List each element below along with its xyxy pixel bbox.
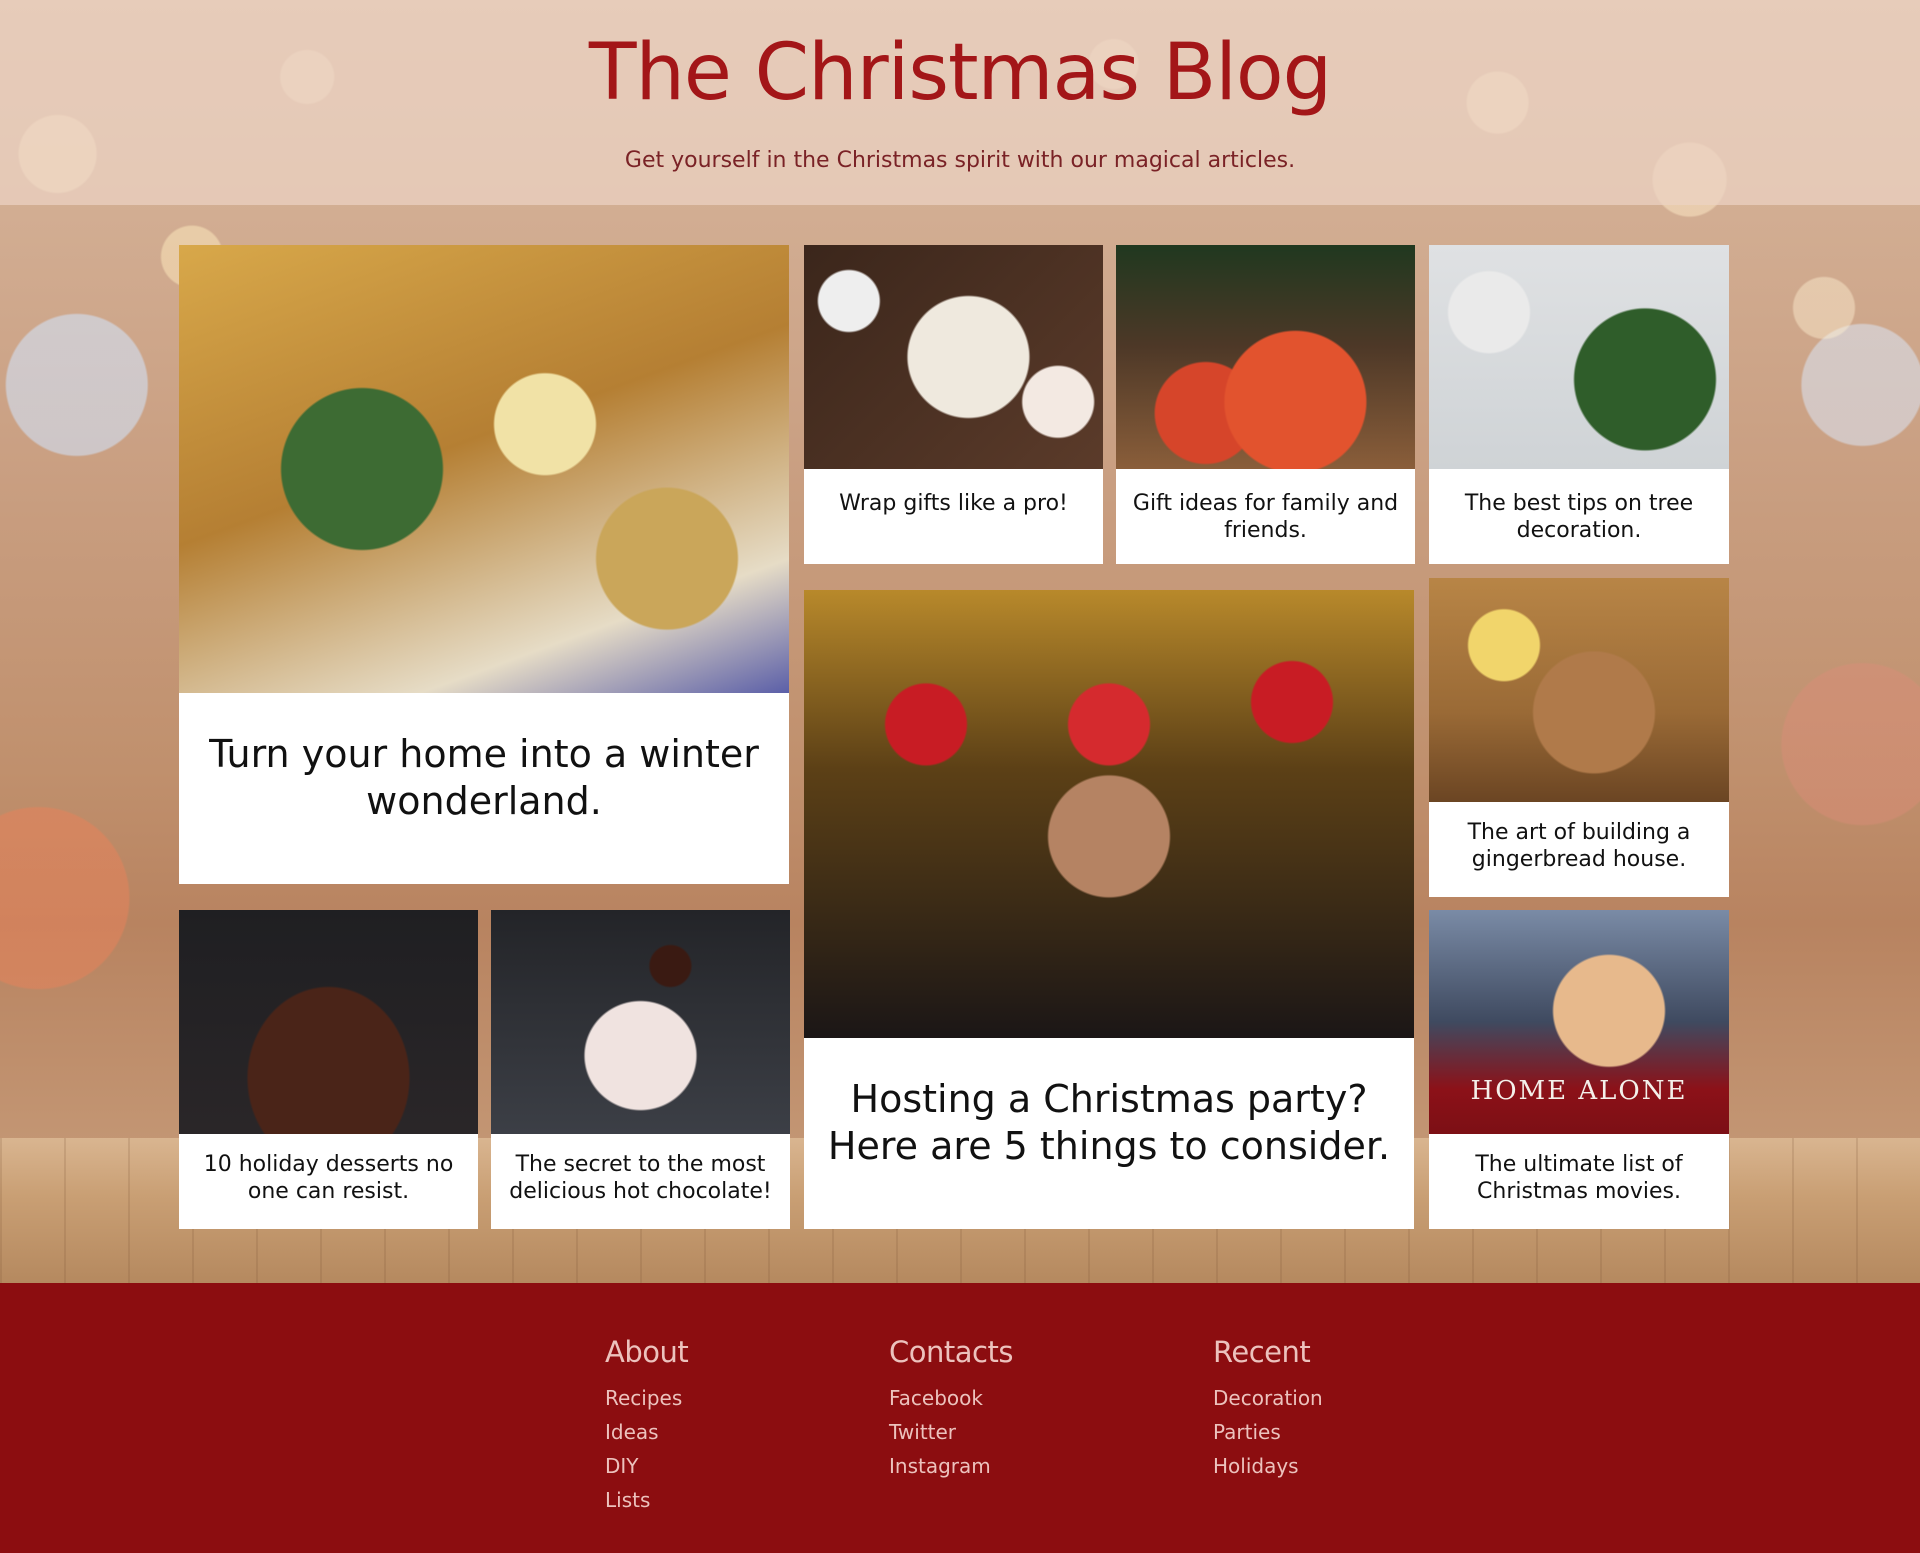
footer-link-twitter[interactable]: Twitter	[889, 1415, 1013, 1449]
footer-link-facebook[interactable]: Facebook	[889, 1381, 1013, 1415]
article-card-tree-decoration[interactable]: The best tips on tree decoration.	[1429, 245, 1729, 564]
site-subtitle: Get yourself in the Christmas spirit wit…	[624, 148, 1296, 173]
article-image	[804, 590, 1414, 1038]
article-title: The ultimate list of Christmas movies.	[1475, 1152, 1683, 1204]
footer-recent-column: Recent Decoration Parties Holidays	[1213, 1335, 1323, 1483]
article-image	[179, 245, 789, 693]
article-title: The secret to the most delicious hot cho…	[509, 1152, 772, 1204]
footer-link-decoration[interactable]: Decoration	[1213, 1381, 1323, 1415]
movie-poster-title: HOME ALONE	[1470, 1076, 1688, 1106]
footer-link-holidays[interactable]: Holidays	[1213, 1449, 1323, 1483]
footer-link-lists[interactable]: Lists	[605, 1483, 688, 1517]
article-image: HOME ALONE	[1429, 910, 1729, 1134]
site-header: The Christmas Blog Get yourself in the C…	[0, 0, 1920, 205]
article-image	[179, 910, 478, 1134]
article-card-holiday-desserts[interactable]: 10 holiday desserts no one can resist.	[179, 910, 478, 1229]
footer-heading-recent: Recent	[1213, 1335, 1311, 1369]
article-title: Gift ideas for family and friends.	[1132, 491, 1399, 543]
article-title: Wrap gifts like a pro!	[839, 491, 1068, 516]
footer-link-diy[interactable]: DIY	[605, 1449, 688, 1483]
article-card-christmas-party[interactable]: Hosting a Christmas party? Here are 5 th…	[804, 590, 1414, 1229]
footer-link-ideas[interactable]: Ideas	[605, 1415, 688, 1449]
article-card-hot-chocolate[interactable]: The secret to the most delicious hot cho…	[491, 910, 790, 1229]
footer-link-parties[interactable]: Parties	[1213, 1415, 1323, 1449]
article-card-gift-ideas[interactable]: Gift ideas for family and friends.	[1116, 245, 1415, 564]
article-title: Turn your home into a winter wonderland.	[209, 732, 759, 823]
article-title: Hosting a Christmas party? Here are 5 th…	[827, 1077, 1391, 1168]
site-title: The Christmas Blog	[588, 28, 1332, 118]
footer-heading-about: About	[605, 1335, 689, 1369]
article-image	[804, 245, 1103, 469]
footer-about-column: About Recipes Ideas DIY Lists	[605, 1335, 689, 1517]
article-image	[1116, 245, 1415, 469]
article-image	[491, 910, 790, 1134]
footer-contacts-column: Contacts Facebook Twitter Instagram	[889, 1335, 1013, 1483]
article-title: 10 holiday desserts no one can resist.	[203, 1152, 454, 1204]
article-card-wrap-gifts[interactable]: Wrap gifts like a pro!	[804, 245, 1103, 564]
footer-link-instagram[interactable]: Instagram	[889, 1449, 1013, 1483]
footer-link-recipes[interactable]: Recipes	[605, 1381, 688, 1415]
article-card-winter-wonderland[interactable]: Turn your home into a winter wonderland.	[179, 245, 789, 884]
article-image	[1429, 578, 1729, 802]
article-card-gingerbread[interactable]: The art of building a gingerbread house.	[1429, 578, 1729, 897]
article-card-christmas-movies[interactable]: HOME ALONE The ultimate list of Christma…	[1429, 910, 1729, 1229]
article-title: The best tips on tree decoration.	[1464, 491, 1694, 543]
article-title: The art of building a gingerbread house.	[1467, 820, 1691, 872]
article-image	[1429, 245, 1729, 469]
footer-heading-contacts: Contacts	[889, 1335, 1013, 1369]
site-footer: About Recipes Ideas DIY Lists Contacts F…	[0, 1283, 1920, 1553]
